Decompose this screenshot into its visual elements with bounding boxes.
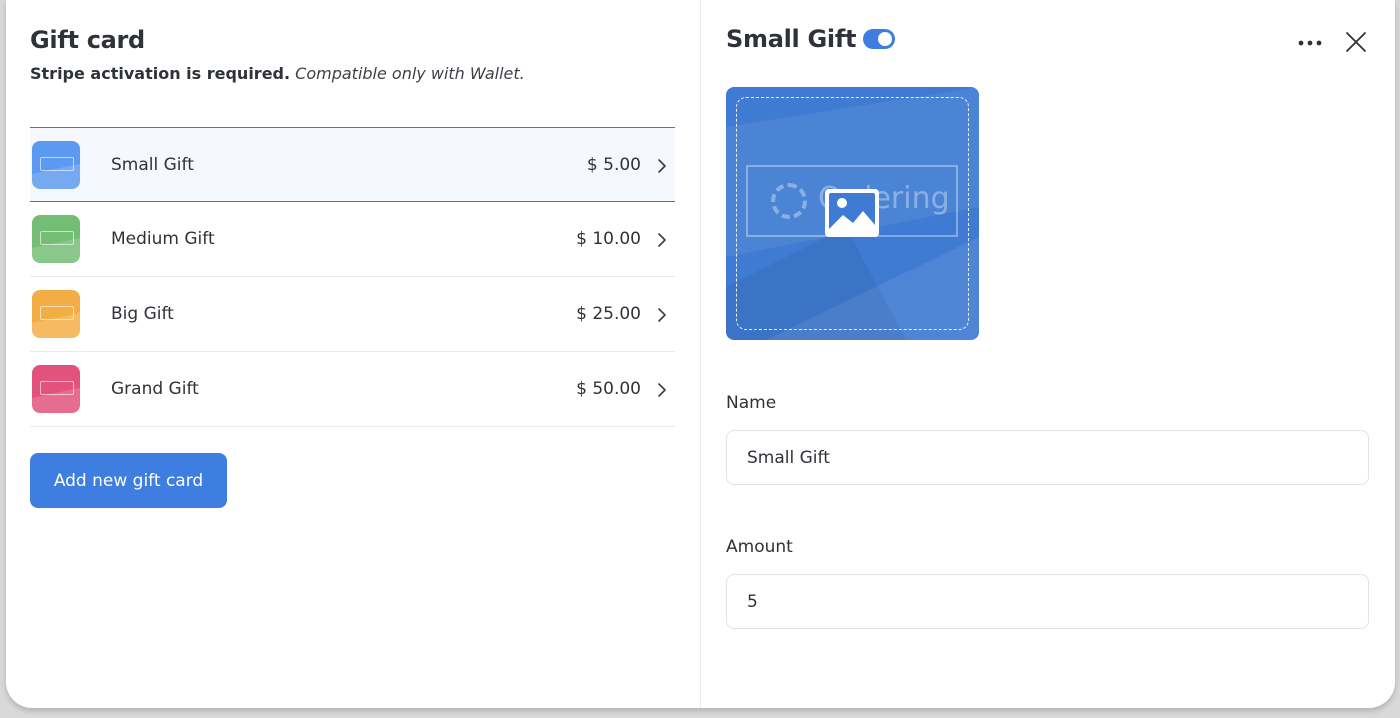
gift-card-name: Medium Gift — [111, 229, 215, 249]
gift-card-thumbnail — [32, 141, 80, 189]
upload-dashed-border — [736, 97, 969, 330]
page-subtitle: Stripe activation is required. Compatibl… — [30, 64, 525, 83]
chevron-right-icon — [658, 159, 666, 173]
gift-card-detail-panel: Small Gift Ordering Name Small Gift Amou… — [701, 0, 1395, 708]
detail-title: Small Gift — [726, 25, 857, 53]
close-icon[interactable] — [1344, 30, 1368, 54]
gift-card-row[interactable]: Big Gift $ 25.00 — [30, 277, 675, 352]
gift-card-price: $ 25.00 — [576, 304, 641, 324]
name-label: Name — [726, 393, 777, 413]
gift-card-row[interactable]: Medium Gift $ 10.00 — [30, 202, 675, 277]
name-input[interactable] — [726, 430, 1369, 485]
amount-label: Amount — [726, 537, 793, 557]
wallet-notice: Compatible only with Wallet. — [295, 64, 525, 83]
gift-card-image-upload[interactable]: Ordering — [726, 87, 979, 340]
gift-card-list: Small Gift $ 5.00 Medium Gift $ 10.00 Bi… — [30, 127, 675, 427]
chevron-right-icon — [658, 308, 666, 322]
amount-input[interactable] — [726, 574, 1369, 629]
page-title: Gift card — [30, 26, 145, 54]
chevron-right-icon — [658, 383, 666, 397]
more-horizontal-icon[interactable] — [1298, 40, 1322, 46]
gift-card-price: $ 10.00 — [576, 229, 641, 249]
gift-card-price: $ 50.00 — [576, 379, 641, 399]
gift-card-thumbnail — [32, 290, 80, 338]
gift-card-window: Gift card Stripe activation is required.… — [6, 0, 1395, 708]
toggle-knob — [878, 32, 892, 46]
add-gift-card-button[interactable]: Add new gift card — [30, 453, 227, 508]
gift-card-name: Small Gift — [111, 155, 194, 175]
gift-card-thumbnail — [32, 365, 80, 413]
gift-card-name: Big Gift — [111, 304, 174, 324]
gift-card-row[interactable]: Grand Gift $ 50.00 — [30, 352, 675, 427]
chevron-right-icon — [658, 233, 666, 247]
gift-card-price: $ 5.00 — [586, 155, 641, 175]
stripe-notice: Stripe activation is required. — [30, 64, 291, 83]
enabled-toggle[interactable] — [863, 29, 895, 49]
gift-card-thumbnail — [32, 215, 80, 263]
gift-card-row[interactable]: Small Gift $ 5.00 — [30, 127, 675, 202]
gift-card-list-panel: Gift card Stripe activation is required.… — [6, 0, 701, 708]
gift-card-name: Grand Gift — [111, 379, 199, 399]
